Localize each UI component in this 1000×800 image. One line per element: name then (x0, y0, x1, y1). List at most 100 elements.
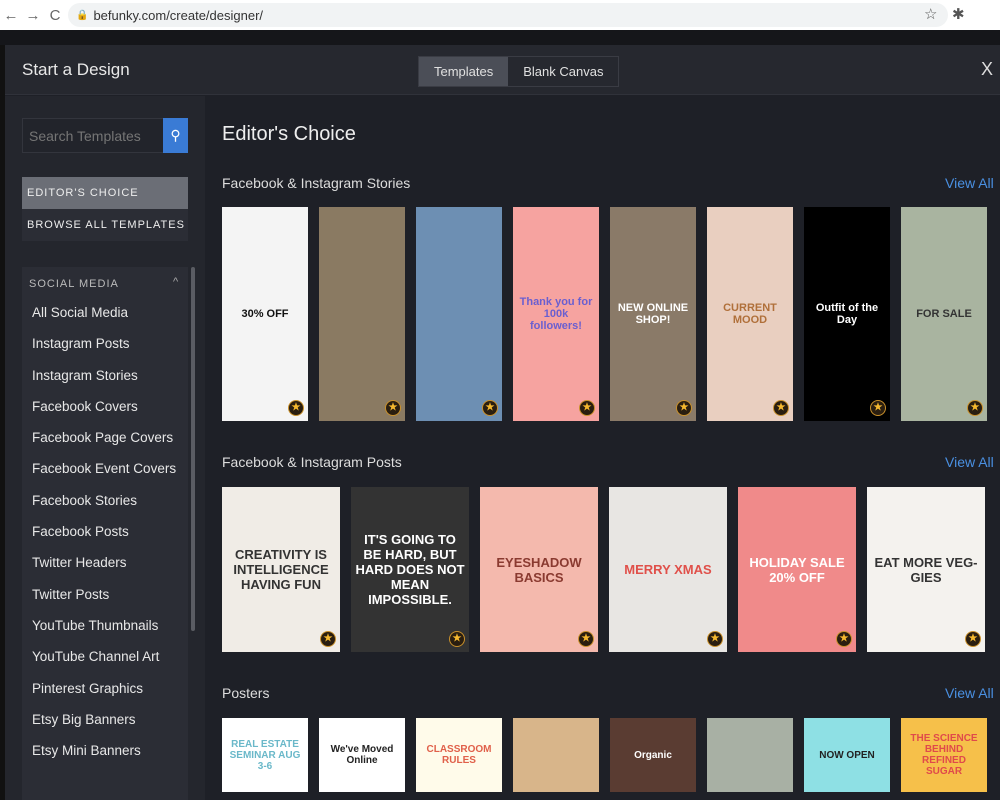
sidebar-item[interactable]: Facebook Event Covers (32, 461, 176, 492)
template-text (358, 310, 366, 318)
template-card[interactable]: REAL ESTATE SEMINAR AUG 3-6 (222, 718, 308, 792)
template-card[interactable]: NEW ONLINE SHOP! ★ (610, 207, 696, 421)
template-card[interactable]: CURRENT MOOD ★ (707, 207, 793, 421)
premium-star-icon: ★ (870, 400, 886, 416)
sidebar-item[interactable]: All Social Media (32, 305, 176, 336)
search-input[interactable] (22, 118, 164, 153)
sidebar-item[interactable]: Facebook Page Covers (32, 430, 176, 461)
template-text: Thank you for 100k followers! (519, 296, 593, 332)
search-button[interactable]: ⚲ (163, 118, 188, 153)
sidebar-item[interactable]: YouTube Thumbnails (32, 618, 176, 649)
start-design-modal: Start a Design Templates Blank Canvas X … (5, 45, 1000, 800)
premium-star-icon: ★ (965, 631, 981, 647)
sidebar-tab-editors-choice[interactable]: EDITOR'S CHOICE (22, 177, 188, 209)
forward-button[interactable]: → (22, 7, 44, 24)
premium-star-icon: ★ (836, 631, 852, 647)
template-card[interactable] (513, 718, 599, 792)
template-text (552, 751, 560, 759)
template-card[interactable]: Outfit of the Day ★ (804, 207, 890, 421)
template-card[interactable] (707, 718, 793, 792)
premium-star-icon: ★ (707, 631, 723, 647)
template-card[interactable]: EYESHADOW BASICS ★ (480, 487, 598, 652)
modal-header: Start a Design Templates Blank Canvas X (5, 45, 1000, 95)
sidebar-item[interactable]: Pinterest Graphics (32, 681, 176, 712)
scrollbar[interactable] (191, 267, 195, 631)
template-text: We've Moved Online (330, 744, 394, 766)
template-text: FOR SALE (916, 308, 972, 320)
tab-templates[interactable]: Templates (419, 57, 509, 86)
premium-star-icon: ★ (773, 400, 789, 416)
browser-toolbar: ← → C 🔒 befunky.com/create/designer/ ☆ ✱ (0, 0, 1000, 30)
sidebar-item[interactable]: YouTube Channel Art (32, 649, 176, 680)
sidebar: ⚲ EDITOR'S CHOICE BROWSE ALL TEMPLATES S… (5, 96, 205, 800)
bookmark-star-icon[interactable]: ☆ (924, 5, 937, 23)
category-header[interactable]: SOCIAL MEDIA (29, 278, 119, 290)
sidebar-item[interactable]: Twitter Headers (32, 555, 176, 586)
sidebar-item[interactable]: Facebook Stories (32, 493, 176, 524)
sidebar-item[interactable]: Facebook Posts (32, 524, 176, 555)
template-card[interactable]: FOR SALE ★ (901, 207, 987, 421)
reload-button[interactable]: C (44, 7, 66, 24)
sidebar-item[interactable]: Instagram Posts (32, 336, 176, 367)
premium-star-icon: ★ (288, 400, 304, 416)
sidebar-item[interactable]: Instagram Stories (32, 368, 176, 399)
template-text: EAT MORE VEG-GIES (874, 554, 978, 585)
sidebar-item[interactable]: Etsy Mini Banners (32, 743, 176, 774)
template-text (746, 751, 754, 759)
section-title: Facebook & Instagram Stories (222, 175, 411, 191)
template-card[interactable]: IT'S GOING TO BE HARD, BUT HARD DOES NOT… (351, 487, 469, 652)
template-text: NOW OPEN (819, 749, 875, 761)
view-all-link[interactable]: View All (945, 175, 994, 191)
template-text: REAL ESTATE SEMINAR AUG 3-6 (229, 738, 301, 772)
template-card[interactable]: We've Moved Online (319, 718, 405, 792)
premium-star-icon: ★ (385, 400, 401, 416)
template-card[interactable]: CLASSROOM RULES (416, 718, 502, 792)
sidebar-item[interactable]: Twitter Posts (32, 587, 176, 618)
lock-icon: 🔒 (76, 9, 89, 21)
template-card[interactable]: Organic (610, 718, 696, 792)
template-card[interactable]: HOLIDAY SALE 20% OFF ★ (738, 487, 856, 652)
premium-star-icon: ★ (578, 631, 594, 647)
template-card[interactable]: ★ (319, 207, 405, 421)
template-text: EYESHADOW BASICS (496, 554, 582, 585)
template-text: IT'S GOING TO BE HARD, BUT HARD DOES NOT… (355, 532, 465, 607)
template-text: THE SCIENCE BEHIND REFINED SUGAR (910, 733, 978, 777)
mode-toggle: Templates Blank Canvas (418, 56, 620, 87)
premium-star-icon: ★ (482, 400, 498, 416)
view-all-link[interactable]: View All (945, 454, 994, 470)
sidebar-item[interactable]: Etsy Big Banners (32, 712, 176, 743)
sidebar-tab-browse-all[interactable]: BROWSE ALL TEMPLATES (22, 209, 188, 241)
template-card[interactable]: CREATIVITY IS INTELLIGENCE HAVING FUN ★ (222, 487, 340, 652)
premium-star-icon: ★ (449, 631, 465, 647)
premium-star-icon: ★ (967, 400, 983, 416)
template-text: CLASSROOM RULES (426, 744, 492, 766)
address-bar[interactable]: 🔒 befunky.com/create/designer/ (68, 3, 948, 27)
template-card[interactable]: MERRY XMAS ★ (609, 487, 727, 652)
view-all-link[interactable]: View All (945, 685, 994, 701)
template-card[interactable]: ★ (416, 207, 502, 421)
close-button[interactable]: X (981, 59, 993, 80)
template-text (455, 310, 463, 318)
extensions-icon[interactable]: ✱ (952, 5, 965, 23)
chevron-up-icon[interactable]: ^ (173, 276, 178, 288)
back-button[interactable]: ← (0, 7, 22, 24)
template-text: HOLIDAY SALE 20% OFF (749, 554, 845, 585)
sidebar-tabs: EDITOR'S CHOICE BROWSE ALL TEMPLATES (22, 177, 188, 241)
template-text: CREATIVITY IS INTELLIGENCE HAVING FUN (233, 547, 329, 592)
template-text: Outfit of the Day (815, 302, 879, 326)
tab-blank-canvas[interactable]: Blank Canvas (508, 57, 618, 86)
template-text: 30% OFF (241, 308, 289, 320)
modal-title: Start a Design (22, 60, 130, 79)
template-card[interactable]: NOW OPEN (804, 718, 890, 792)
template-card[interactable]: Thank you for 100k followers! ★ (513, 207, 599, 421)
main-content: Editor's Choice Facebook & Instagram Sto… (205, 96, 1000, 800)
template-row: 30% OFF ★ ★ ★ Thank you for 100k followers! ★… (222, 207, 987, 421)
template-card[interactable]: EAT MORE VEG-GIES ★ (867, 487, 985, 652)
url-text: befunky.com/create/designer/ (93, 7, 264, 23)
template-card[interactable]: THE SCIENCE BEHIND REFINED SUGAR (901, 718, 987, 792)
premium-star-icon: ★ (676, 400, 692, 416)
section-title: Posters (222, 685, 270, 701)
sidebar-item[interactable]: Facebook Covers (32, 399, 176, 430)
template-card[interactable]: 30% OFF ★ (222, 207, 308, 421)
template-text: NEW ONLINE SHOP! (617, 302, 689, 326)
